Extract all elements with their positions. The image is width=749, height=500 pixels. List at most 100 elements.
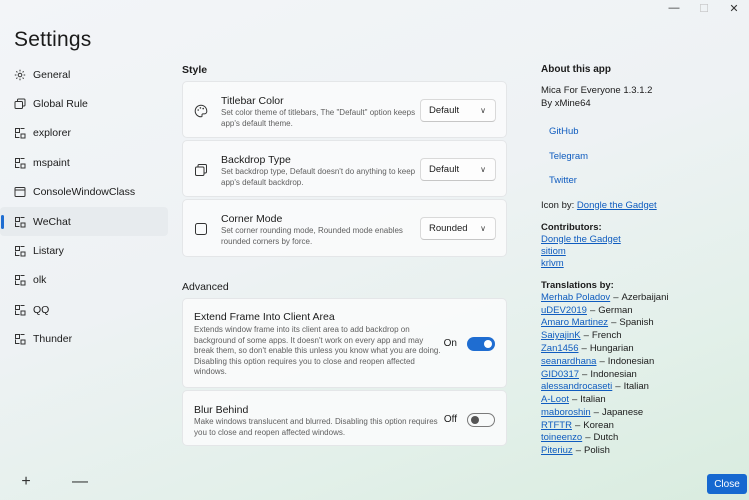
list-item: GID0317– Indonesian xyxy=(541,369,741,382)
twitter-link[interactable]: Twitter xyxy=(541,174,741,199)
extend-frame-desc: Extends window frame into its client are… xyxy=(194,325,441,377)
separator: – xyxy=(575,445,581,457)
translation-language: Indonesian xyxy=(607,355,655,367)
sidebar-item-mspaint[interactable]: mspaint xyxy=(0,148,168,177)
translation-language: Dutch xyxy=(593,432,619,444)
translation-language: Polish xyxy=(583,445,610,457)
blur-behind-title: Blur Behind xyxy=(194,404,249,416)
separator: – xyxy=(589,304,596,316)
sidebar-item-explorer[interactable]: explorer xyxy=(0,119,168,148)
sidebar-item-label: ConsoleWindowClass xyxy=(33,186,136,199)
chevron-down-icon: ∨ xyxy=(480,224,486,233)
contributor-link[interactable]: Dongle the Gadget xyxy=(541,234,621,245)
translation-language: Hungarian xyxy=(589,342,634,354)
sidebar-item-global-rule[interactable]: Global Rule xyxy=(0,89,168,118)
list-item: RTFTR – Korean xyxy=(541,420,741,433)
extend-frame-toggle[interactable] xyxy=(467,337,495,351)
list-item: uDEV2019– German xyxy=(541,305,741,318)
sidebar-tools: + — xyxy=(19,473,88,490)
add-rule-button[interactable]: + xyxy=(19,473,33,490)
list-item: Merhab Poladov – Azerbaijani xyxy=(541,292,741,305)
app-name: Mica For Everyone 1.3.1.2 xyxy=(541,85,653,96)
list-item: Dongle the Gadget xyxy=(541,234,741,246)
list-item: Piteriuz – Polish xyxy=(541,445,741,458)
list-item: A-Loot – Italian xyxy=(541,394,741,407)
blur-behind-state: Off xyxy=(443,414,457,425)
style-heading: Style xyxy=(182,64,208,76)
separator: – xyxy=(585,432,591,444)
titlebar-color-dropdown[interactable]: Default ∨ xyxy=(420,99,496,122)
github-link[interactable]: GitHub xyxy=(541,125,741,150)
translator-link[interactable]: uDEV2019 xyxy=(541,305,587,316)
backdrop-type-desc: Set backdrop type, Default doesn't do an… xyxy=(221,167,416,187)
translation-language: Spanish xyxy=(619,317,654,329)
translator-link[interactable]: toineenzo xyxy=(541,432,582,443)
translator-link[interactable]: Amaro Martinez xyxy=(541,317,608,328)
corner-mode-value: Rounded xyxy=(429,223,468,234)
translator-link[interactable]: Piteriuz xyxy=(541,445,573,456)
icon-credit-link[interactable]: Dongle the Gadget xyxy=(577,200,657,211)
translator-link[interactable]: Zan1456 xyxy=(541,343,579,354)
telegram-link[interactable]: Telegram xyxy=(541,150,741,175)
sidebar-item-label: Thunder xyxy=(33,333,73,346)
sidebar-item-label: Global Rule xyxy=(33,98,88,111)
sidebar-item-qq[interactable]: QQ xyxy=(0,295,168,324)
icon-credit: Icon by: Dongle the Gadget xyxy=(541,199,741,212)
sidebar-item-consolewindowclass[interactable]: ConsoleWindowClass xyxy=(0,178,168,207)
sidebar-item-label: Listary xyxy=(33,245,64,258)
app-window-icon xyxy=(14,333,26,345)
sidebar-item-olk[interactable]: olk xyxy=(0,266,168,295)
extend-frame-state: On xyxy=(443,338,457,349)
sidebar-item-label: olk xyxy=(33,274,47,287)
separator: – xyxy=(583,330,589,342)
translations-list: Merhab Poladov – Azerbaijani uDEV2019– Germa… xyxy=(541,292,741,458)
palette-icon xyxy=(194,104,208,118)
translator-link[interactable]: seanardhana xyxy=(541,356,596,367)
contributors-list: Dongle the Gadget sitiom krlvm xyxy=(541,234,741,271)
backdrop-type-dropdown[interactable]: Default ∨ xyxy=(420,158,496,181)
translator-link[interactable]: maboroshin xyxy=(541,407,591,418)
blur-behind-toggle[interactable] xyxy=(467,413,495,427)
corner-mode-dropdown[interactable]: Rounded ∨ xyxy=(420,217,496,240)
app-window-icon xyxy=(14,274,26,286)
about-panel: About this app Mica For Everyone 1.3.1.2… xyxy=(541,64,741,458)
blur-behind-card: Blur Behind Make windows translucent and… xyxy=(182,390,507,446)
about-heading: About this app xyxy=(541,64,611,75)
separator: – xyxy=(593,406,599,418)
list-item: Amaro Martinez – Spanish xyxy=(541,317,741,330)
app-window-icon xyxy=(14,304,26,316)
sidebar: General Global Rule explorer mspaint Console… xyxy=(0,60,168,354)
translation-language: Indonesian xyxy=(590,368,637,380)
translations-heading: Translations by: xyxy=(541,279,614,291)
close-button[interactable]: Close xyxy=(707,474,747,494)
sidebar-item-general[interactable]: General xyxy=(0,60,168,89)
separator: – xyxy=(615,381,621,393)
separator: – xyxy=(581,342,587,354)
translator-link[interactable]: RTFTR xyxy=(541,420,572,431)
app-window-icon xyxy=(14,216,26,228)
sidebar-item-listary[interactable]: Listary xyxy=(0,236,168,265)
sidebar-item-wechat[interactable]: WeChat xyxy=(0,206,168,237)
corner-mode-desc: Set corner rounding mode, Rounded mode e… xyxy=(221,226,403,246)
remove-rule-button[interactable]: — xyxy=(72,473,88,490)
maximize-button[interactable]: ☐ xyxy=(689,0,719,16)
translation-language: Italian xyxy=(623,381,649,393)
corner-mode-title: Corner Mode xyxy=(221,213,283,225)
translator-link[interactable]: A-Loot xyxy=(541,394,569,405)
gear-icon xyxy=(14,69,26,81)
translator-link[interactable]: GID0317 xyxy=(541,369,579,380)
translator-link[interactable]: Merhab Poladov xyxy=(541,292,610,303)
close-window-button[interactable]: ✕ xyxy=(719,0,749,16)
titlebar-color-desc: Set color theme of titlebars, The "Defau… xyxy=(221,108,416,128)
minimize-button[interactable]: — xyxy=(659,0,689,16)
translator-link[interactable]: alessandrocaseti xyxy=(541,381,612,392)
translator-link[interactable]: SaiyajinK xyxy=(541,330,581,341)
list-item: alessandrocaseti – Italian xyxy=(541,381,741,394)
separator: – xyxy=(582,368,588,380)
sidebar-item-label: General xyxy=(33,68,71,81)
contributor-link[interactable]: krlvm xyxy=(541,258,564,269)
titlebar-color-value: Default xyxy=(429,105,460,116)
contributor-link[interactable]: sitiom xyxy=(541,246,566,257)
titlebar-color-title: Titlebar Color xyxy=(221,95,284,107)
sidebar-item-thunder[interactable]: Thunder xyxy=(0,325,168,354)
